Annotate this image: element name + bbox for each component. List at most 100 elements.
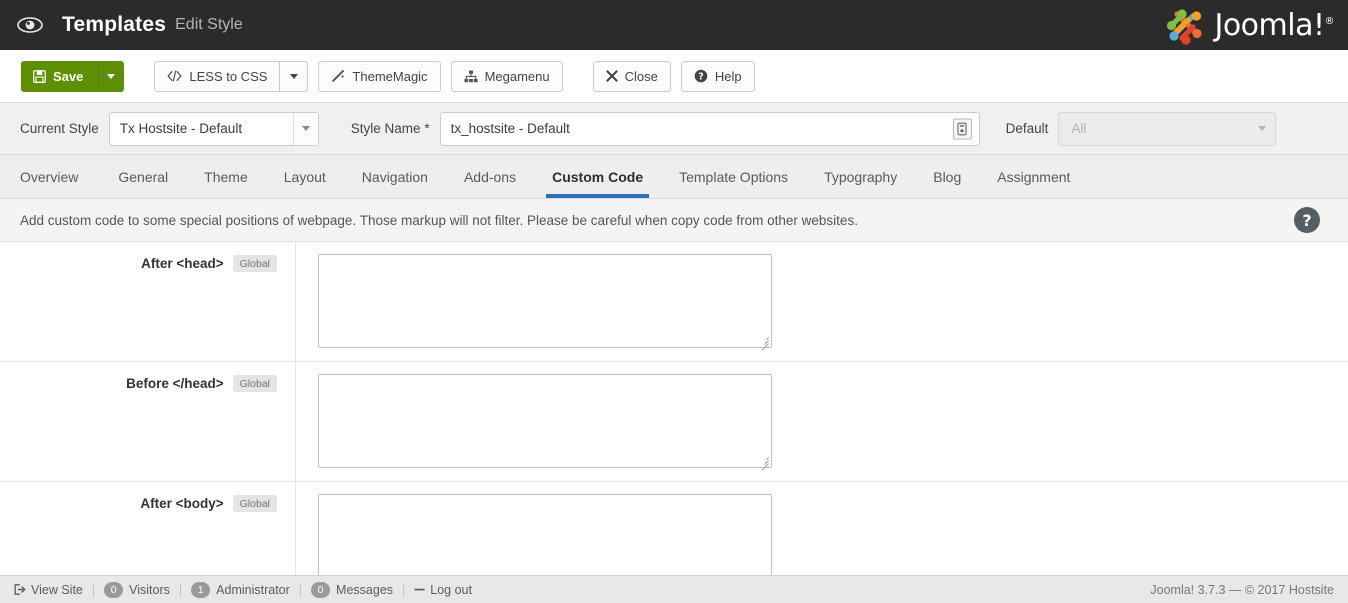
visitors-status[interactable]: 0 Visitors	[104, 582, 170, 598]
floppy-disk-icon	[33, 70, 46, 83]
megamenu-button[interactable]: Megamenu	[451, 61, 563, 92]
tab-theme[interactable]: Theme	[186, 155, 266, 198]
logout-link[interactable]: Log out	[414, 583, 472, 597]
help-button[interactable]: ? Help	[681, 61, 755, 92]
style-name-value: tx_hostsite - Default	[451, 121, 570, 136]
administrator-count-badge: 1	[191, 582, 210, 598]
tab-label: General	[118, 169, 168, 185]
administrator-status[interactable]: 1 Administrator	[191, 582, 290, 598]
resize-handle[interactable]	[758, 334, 770, 346]
app-header: Templates Edit Style Joomla!®	[0, 0, 1348, 50]
less-to-css-button-group: LESS to CSS	[154, 61, 308, 92]
joomla-brand-text: Joomla!	[1214, 8, 1324, 43]
external-link-icon	[14, 584, 26, 595]
tab-label: Overview	[20, 169, 78, 185]
current-style-value: Tx Hostsite - Default	[120, 121, 242, 136]
custom-code-textarea[interactable]	[318, 254, 772, 348]
view-site-link[interactable]: View Site	[14, 583, 83, 597]
x-icon	[606, 70, 618, 82]
tab-label: Theme	[204, 169, 248, 185]
field-label-text: After <head>	[141, 256, 224, 271]
question-circle-icon: ?	[694, 69, 708, 83]
visitors-label: Visitors	[129, 583, 170, 597]
form-row-label-cell: After <head> Global	[0, 242, 296, 361]
tab-blog[interactable]: Blog	[915, 155, 979, 198]
tab-typography[interactable]: Typography	[806, 155, 915, 198]
tab-label: Assignment	[997, 169, 1070, 185]
less-to-css-dropdown-toggle[interactable]	[280, 61, 308, 92]
form-row-field-cell	[296, 242, 772, 361]
tab-label: Layout	[284, 169, 326, 185]
tab-general[interactable]: General	[100, 155, 186, 198]
custom-code-form: After <head>GlobalBefore </head>GlobalAf…	[0, 242, 1348, 602]
tab-label: Template Options	[679, 169, 788, 185]
visitors-count-badge: 0	[104, 582, 123, 598]
global-badge: Global	[233, 495, 277, 512]
page-title: Templates	[62, 13, 166, 37]
style-name-picker-button[interactable]	[953, 118, 972, 139]
tab-label: Custom Code	[552, 169, 643, 185]
save-button-label: Save	[53, 69, 83, 84]
tab-layout[interactable]: Layout	[266, 155, 344, 198]
logout-label: Log out	[430, 583, 472, 597]
chevron-down-icon	[290, 74, 298, 79]
form-row: Before </head>Global	[0, 362, 1348, 482]
save-dropdown-toggle[interactable]	[98, 61, 124, 92]
global-badge: Global	[233, 375, 277, 392]
magic-wand-icon	[331, 69, 345, 83]
field-label: Before </head>Global	[126, 376, 277, 393]
resize-handle[interactable]	[758, 454, 770, 466]
description-bar: Add custom code to some special position…	[0, 199, 1348, 242]
close-button[interactable]: Close	[593, 61, 671, 92]
custom-code-textarea[interactable]	[318, 494, 772, 588]
chevron-down-icon	[293, 113, 318, 145]
messages-label: Messages	[336, 583, 393, 597]
svg-text:?: ?	[698, 71, 704, 82]
question-mark-icon[interactable]: ?	[1294, 207, 1320, 233]
eye-icon[interactable]	[16, 15, 44, 35]
custom-code-textarea[interactable]	[318, 374, 772, 468]
page-subtitle: Edit Style	[175, 16, 243, 34]
tab-label: Navigation	[362, 169, 428, 185]
form-row-field-cell	[296, 362, 772, 481]
default-value: All	[1071, 121, 1086, 136]
form-row-label-cell: Before </head>Global	[0, 362, 296, 481]
joomla-reg-mark: ®	[1325, 16, 1335, 27]
field-label: After <head> Global	[141, 256, 277, 273]
less-to-css-button[interactable]: LESS to CSS	[154, 61, 280, 92]
style-name-input[interactable]: tx_hostsite - Default	[440, 112, 980, 146]
messages-count-badge: 0	[311, 582, 330, 598]
global-badge: Global	[233, 255, 277, 272]
tab-custom-code[interactable]: Custom Code	[534, 155, 661, 198]
template-tabs: Overview General Theme Layout Navigation Add-…	[0, 155, 1348, 199]
tab-add-ons[interactable]: Add-ons	[446, 155, 534, 198]
thememagic-button[interactable]: ThemeMagic	[318, 61, 440, 92]
messages-status[interactable]: 0 Messages	[311, 582, 393, 598]
megamenu-label: Megamenu	[485, 69, 550, 84]
thememagic-label: ThemeMagic	[352, 69, 427, 84]
sitemap-icon	[464, 70, 478, 83]
administrator-label: Administrator	[216, 583, 290, 597]
default-select: All	[1058, 112, 1276, 146]
code-icon	[167, 70, 182, 82]
description-text: Add custom code to some special position…	[20, 213, 858, 228]
close-button-label: Close	[625, 69, 658, 84]
save-button[interactable]: Save	[21, 61, 98, 92]
field-label-text: After <body>	[140, 496, 223, 511]
joomla-wordmark: Joomla!®	[1214, 8, 1334, 43]
tab-overview[interactable]: Overview	[20, 155, 100, 198]
tab-template-options[interactable]: Template Options	[661, 155, 806, 198]
divider: |	[179, 583, 182, 597]
tab-assignment[interactable]: Assignment	[979, 155, 1088, 198]
status-bar: View Site | 0 Visitors | 1 Administrator…	[0, 575, 1348, 603]
divider: |	[92, 583, 95, 597]
form-row: After <head> Global	[0, 242, 1348, 362]
joomla-symbol-icon	[1162, 5, 1208, 45]
tab-navigation[interactable]: Navigation	[344, 155, 446, 198]
tab-label: Typography	[824, 169, 897, 185]
view-site-label: View Site	[31, 583, 83, 597]
toolbar: Save LESS to CSS	[0, 50, 1348, 103]
current-style-select[interactable]: Tx Hostsite - Default	[109, 112, 319, 146]
chevron-down-icon	[107, 74, 115, 79]
divider: |	[299, 583, 302, 597]
